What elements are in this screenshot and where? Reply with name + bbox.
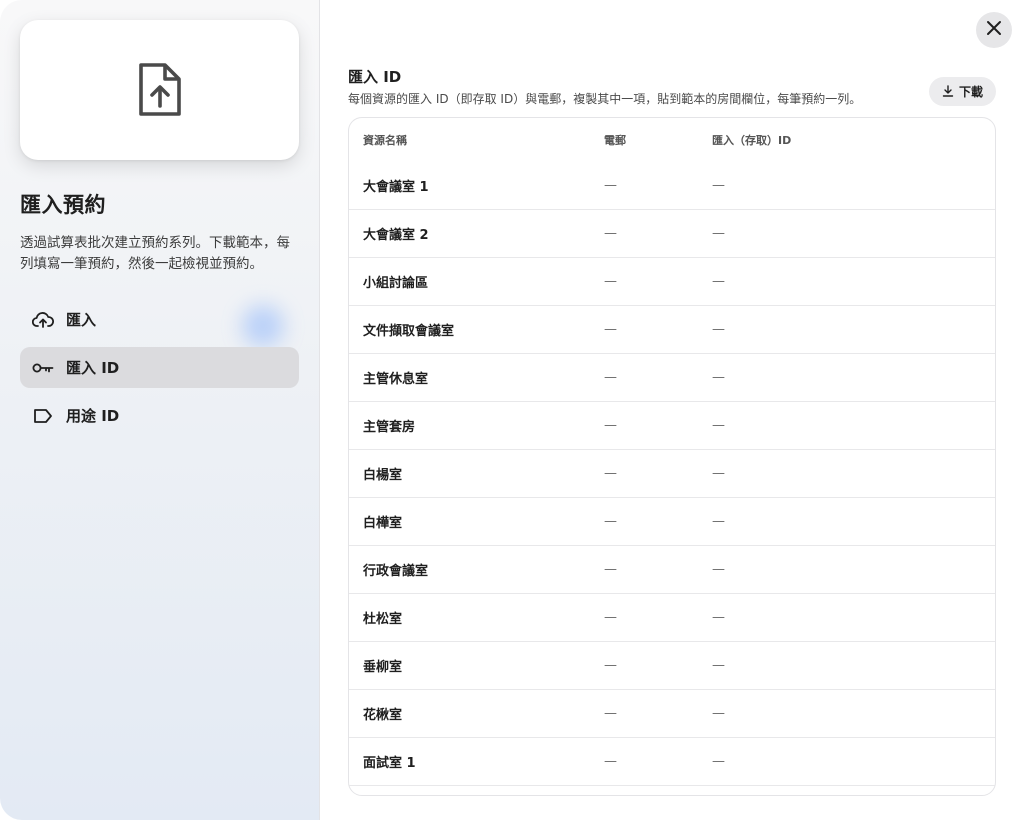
file-upload-icon	[138, 63, 181, 116]
nav-item-purpose-id[interactable]: 用途 ID	[20, 395, 299, 436]
table-row: 主管套房 — —	[349, 402, 995, 450]
nav-item-import[interactable]: 匯入	[20, 299, 299, 340]
import-id-cell[interactable]: —	[712, 370, 995, 385]
table-row: 大會議室 2 — —	[349, 210, 995, 258]
table-row: 垂柳室 — —	[349, 642, 995, 690]
header-resource-name: 資源名稱	[363, 134, 407, 147]
table-row: 白楊室 — —	[349, 450, 995, 498]
import-id-cell[interactable]: —	[712, 322, 995, 337]
nav-label: 匯入	[66, 311, 97, 329]
resource-name-cell: 白楊室	[363, 468, 403, 483]
table-row: 大會議室 1 — —	[349, 162, 995, 210]
resource-name-cell: 大會議室 1	[363, 180, 429, 195]
import-id-cell[interactable]: —	[712, 178, 995, 193]
import-id-cell[interactable]: —	[712, 514, 995, 529]
import-reservations-dialog: 匯入預約 透過試算表批次建立預約系列。下載範本，每列填寫一筆預約，然後一起檢視並…	[0, 0, 1024, 820]
resource-id-table: 資源名稱 電郵 匯入（存取）ID 大會議室 1— — 大會議室 2— — 小組討論區 — —…	[348, 117, 996, 796]
email-cell[interactable]: —	[604, 178, 712, 193]
table-row: 花楸室 — —	[349, 690, 995, 738]
import-id-cell[interactable]: —	[712, 418, 995, 433]
import-id-cell[interactable]: —	[712, 658, 995, 673]
resource-name-cell: 主管套房	[363, 420, 416, 435]
sidebar-nav: 匯入 匯入 ID 用途 ID	[20, 299, 299, 443]
email-cell[interactable]: —	[604, 418, 712, 433]
import-id-cell[interactable]: —	[712, 226, 995, 241]
email-cell[interactable]: —	[604, 658, 712, 673]
email-cell[interactable]: —	[604, 562, 712, 577]
tag-icon	[31, 404, 55, 428]
sidebar: 匯入預約 透過試算表批次建立預約系列。下載範本，每列填寫一筆預約，然後一起檢視並…	[0, 0, 320, 820]
resource-name-cell: 花楸室	[363, 708, 403, 723]
cloud-upload-icon	[31, 308, 55, 332]
table-row: 主管休息室 — —	[349, 354, 995, 402]
table-row: 文件擷取會議室 — —	[349, 306, 995, 354]
table-header: 資源名稱 電郵 匯入（存取）ID	[349, 118, 995, 162]
nav-item-import-id[interactable]: 匯入 ID	[20, 347, 299, 388]
import-id-cell[interactable]: —	[712, 562, 995, 577]
header-import-id: 匯入（存取）ID	[712, 134, 792, 147]
table-row: 面試室 1 — —	[349, 738, 995, 786]
nav-label: 用途 ID	[66, 407, 120, 425]
nav-label: 匯入 ID	[66, 359, 120, 377]
key-icon	[31, 356, 55, 380]
resource-name-cell: 杜松室	[363, 612, 403, 627]
header-email: 電郵	[604, 134, 626, 147]
resource-name-cell: 白樺室	[363, 516, 403, 531]
resource-name-cell: 垂柳室	[363, 660, 403, 675]
email-cell[interactable]: —	[604, 706, 712, 721]
email-cell[interactable]: —	[604, 370, 712, 385]
section-title: 匯入 ID	[348, 68, 402, 86]
import-id-cell[interactable]: —	[712, 706, 995, 721]
email-cell[interactable]: —	[604, 610, 712, 625]
download-button[interactable]: 下載	[929, 77, 996, 106]
sidebar-title: 匯入預約	[20, 193, 106, 217]
close-icon	[986, 20, 1002, 40]
import-id-cell[interactable]: —	[712, 754, 995, 769]
hero-card	[20, 20, 299, 160]
email-cell[interactable]: —	[604, 322, 712, 337]
download-label: 下載	[958, 85, 983, 99]
table-body: 大會議室 1— — 大會議室 2— — 小組討論區 — — 文件擷取會議室 — — 主管休息室 — — 主…	[349, 162, 995, 786]
resource-name-cell: 面試室 1	[363, 756, 416, 771]
email-cell[interactable]: —	[604, 226, 712, 241]
sidebar-description: 透過試算表批次建立預約系列。下載範本，每列填寫一筆預約，然後一起檢視並預約。	[20, 235, 290, 272]
email-cell[interactable]: —	[604, 514, 712, 529]
resource-name-cell: 行政會議室	[363, 564, 429, 579]
close-button[interactable]	[976, 12, 1012, 48]
email-cell[interactable]: —	[604, 754, 712, 769]
email-cell[interactable]: —	[604, 466, 712, 481]
table-row: 白樺室 — —	[349, 498, 995, 546]
resource-name-cell: 文件擷取會議室	[363, 324, 455, 339]
download-icon	[942, 82, 954, 101]
email-cell[interactable]: —	[604, 274, 712, 289]
main-panel: 匯入 ID 每個資源的匯入 ID（即存取 ID）與電郵，複製其中一項，貼到範本的…	[320, 0, 1024, 820]
import-id-cell[interactable]: —	[712, 610, 995, 625]
import-id-cell[interactable]: —	[712, 466, 995, 481]
table-row: 小組討論區 — —	[349, 258, 995, 306]
resource-name-cell: 大會議室 2	[363, 228, 429, 243]
resource-name-cell: 小組討論區	[363, 276, 429, 291]
table-row: 杜松室 — —	[349, 594, 995, 642]
import-id-cell[interactable]: —	[712, 274, 995, 289]
section-description: 每個資源的匯入 ID（即存取 ID）與電郵，複製其中一項，貼到範本的房間欄位，每…	[348, 92, 862, 106]
resource-name-cell: 主管休息室	[363, 372, 429, 387]
table-row: 行政會議室 — —	[349, 546, 995, 594]
